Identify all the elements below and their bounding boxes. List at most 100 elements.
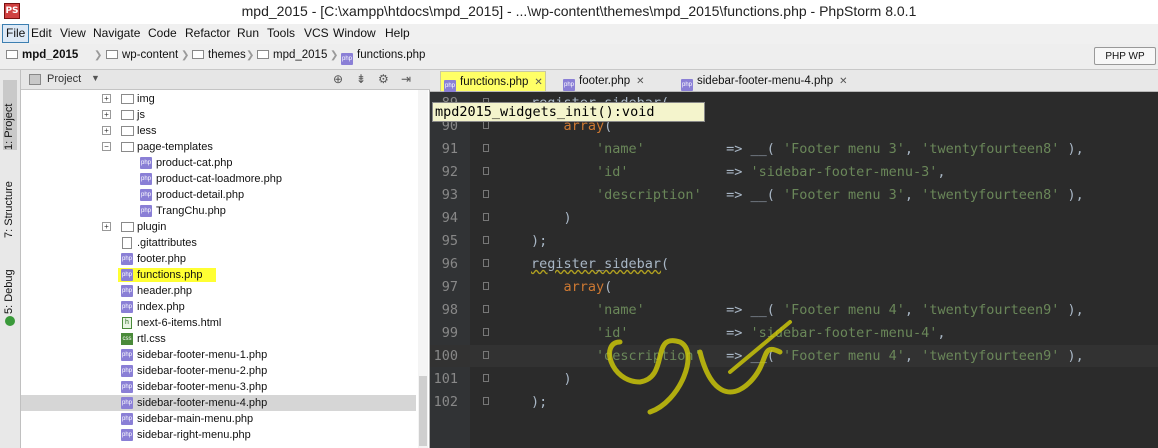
fold-marker-icon[interactable] — [482, 276, 490, 298]
fold-marker-icon[interactable] — [482, 345, 490, 367]
code-text: register_sidebar( — [531, 256, 670, 272]
tree-item-trangchu[interactable]: php TrangChu.php — [21, 203, 416, 219]
expand-icon[interactable]: + — [102, 222, 111, 231]
editor-tab-functions[interactable]: php functions.php ✕ — [440, 71, 546, 92]
tree-item-label: js — [137, 109, 145, 121]
menu-refactor[interactable]: Refactor — [182, 24, 233, 43]
tree-item-sidebar-footer-menu-3[interactable]: php sidebar-footer-menu-3.php — [21, 379, 416, 395]
project-view-label[interactable]: Project — [47, 73, 81, 85]
tab-structure-tool[interactable]: 7: Structure — [3, 166, 17, 238]
line-number: 98 — [441, 302, 458, 318]
scrollbar-thumb[interactable] — [419, 376, 427, 446]
tree-item-label: .gitattributes — [137, 237, 197, 249]
editor-tab-footer[interactable]: php footer.php ✕ — [560, 71, 666, 91]
php-file-icon: php — [121, 381, 133, 393]
tree-item-sidebar-main-menu[interactable]: php sidebar-main-menu.php — [21, 411, 416, 427]
menu-edit[interactable]: Edit — [28, 24, 55, 43]
tree-item-product-cat[interactable]: php product-cat.php — [21, 155, 416, 171]
menu-code[interactable]: Code — [145, 24, 180, 43]
menu-tools[interactable]: Tools — [264, 24, 298, 43]
tree-item-less[interactable]: + less — [21, 123, 416, 139]
tree-item-next-6-items[interactable]: h next-6-items.html — [21, 315, 416, 331]
breadcrumb-mpd-2015-root[interactable]: mpd_2015 — [6, 49, 78, 65]
close-icon[interactable]: ✕ — [636, 76, 644, 87]
fold-marker-icon[interactable] — [482, 322, 490, 344]
menu-file[interactable]: File — [2, 24, 30, 43]
tree-item-label: header.php — [137, 285, 193, 297]
tree-item-rtl-css[interactable]: css rtl.css — [21, 331, 416, 347]
tree-item-sidebar-right-menu[interactable]: php sidebar-right-menu.php — [21, 427, 416, 443]
tree-item-sidebar-footer-menu-1[interactable]: php sidebar-footer-menu-1.php — [21, 347, 416, 363]
tree-item-label: product-cat-loadmore.php — [156, 173, 282, 185]
menu-help[interactable]: Help — [382, 24, 413, 43]
fold-marker-icon[interactable] — [482, 207, 490, 229]
project-scrollbar[interactable] — [418, 90, 428, 448]
tree-item-product-detail[interactable]: php product-detail.php — [21, 187, 416, 203]
fold-marker-icon[interactable] — [482, 230, 490, 252]
tab-project-tool[interactable]: 1: Project — [3, 80, 17, 150]
tree-item-img[interactable]: + img — [21, 91, 416, 107]
close-icon[interactable]: ✕ — [534, 77, 542, 88]
breadcrumb-label: themes — [208, 49, 246, 61]
gear-icon[interactable]: ⚙ — [378, 72, 389, 86]
breadcrumb-wp-content[interactable]: wp-content — [106, 49, 178, 65]
expand-icon[interactable]: + — [102, 110, 111, 119]
locate-target-icon[interactable]: ⊕ — [333, 72, 343, 86]
tree-item-index[interactable]: php index.php — [21, 299, 416, 315]
code-editor[interactable]: 89register_sidebar(90 array(91 'name' =>… — [430, 92, 1158, 448]
menu-view[interactable]: View — [57, 24, 89, 43]
tree-item-sidebar-footer-menu-4[interactable]: php sidebar-footer-menu-4.php — [21, 395, 416, 411]
menu-navigate[interactable]: Navigate — [90, 24, 143, 43]
fold-marker-icon[interactable] — [482, 161, 490, 183]
expand-icon[interactable]: + — [102, 94, 111, 103]
tree-item-functions[interactable]: php functions.php — [21, 267, 416, 283]
tree-item-sidebar-footer-menu-2[interactable]: php sidebar-footer-menu-2.php — [21, 363, 416, 379]
breadcrumb-functions-php[interactable]: php functions.php — [341, 49, 425, 65]
tree-item-js[interactable]: + js — [21, 107, 416, 123]
code-line[interactable]: 95); — [430, 230, 1158, 252]
fold-marker-icon[interactable] — [482, 184, 490, 206]
tree-item-page-templates[interactable]: − page-templates — [21, 139, 416, 155]
fold-marker-icon[interactable] — [482, 138, 490, 160]
fold-marker-icon[interactable] — [482, 368, 490, 390]
code-line[interactable]: 91 'name' => __( 'Footer menu 3', 'twent… — [430, 138, 1158, 160]
fold-marker-icon[interactable] — [482, 253, 490, 275]
tree-item-label: footer.php — [137, 253, 186, 265]
php-file-icon: php — [681, 79, 693, 91]
tree-item-product-cat-loadmore[interactable]: php product-cat-loadmore.php — [21, 171, 416, 187]
tree-item-gitattributes[interactable]: .gitattributes — [21, 235, 416, 251]
code-text: ) — [563, 210, 572, 226]
tree-item-plugin[interactable]: + plugin — [21, 219, 416, 235]
breadcrumb-themes[interactable]: themes — [192, 49, 246, 65]
folder-icon — [121, 94, 134, 104]
line-number: 96 — [441, 256, 458, 272]
menu-vcs[interactable]: VCS — [301, 24, 332, 43]
close-icon[interactable]: ✕ — [839, 76, 847, 87]
php-web-button[interactable]: PHP WP — [1094, 47, 1156, 65]
tab-debug-tool[interactable]: 5: Debug — [3, 262, 17, 314]
line-number: 99 — [441, 325, 458, 341]
code-line[interactable]: 96 register_sidebar( — [430, 253, 1158, 275]
chevron-down-icon[interactable]: ▼ — [91, 73, 100, 83]
collapse-icon[interactable]: − — [102, 142, 111, 151]
collapse-all-icon[interactable]: ⇟ — [356, 72, 366, 86]
php-file-icon: php — [121, 253, 133, 265]
hide-panel-icon[interactable]: ⇥ — [401, 72, 411, 86]
tree-item-label: sidebar-right-menu.php — [137, 429, 251, 441]
code-line[interactable]: 92 'id' => 'sidebar-footer-menu-3', — [430, 161, 1158, 183]
tree-item-footer[interactable]: php footer.php — [21, 251, 416, 267]
tree-item-label: next-6-items.html — [137, 317, 222, 329]
code-line[interactable]: 93 'description' => __( 'Footer menu 3',… — [430, 184, 1158, 206]
function-breadcrumb[interactable]: mpd2015_widgets_init():void — [432, 102, 705, 122]
breadcrumb-mpd-2015[interactable]: mpd_2015 — [257, 49, 327, 65]
code-line[interactable]: 94 ) — [430, 207, 1158, 229]
tree-item-label: sidebar-footer-menu-4.php — [137, 397, 268, 409]
expand-icon[interactable]: + — [102, 126, 111, 135]
tree-item-label: functions.php — [137, 269, 203, 281]
editor-tab-sidebar-footer-menu-4[interactable]: php sidebar-footer-menu-4.php ✕ — [678, 71, 848, 91]
menu-window[interactable]: Window — [330, 24, 379, 43]
menu-run[interactable]: Run — [234, 24, 262, 43]
fold-marker-icon[interactable] — [482, 391, 490, 413]
fold-marker-icon[interactable] — [482, 299, 490, 321]
tree-item-header[interactable]: php header.php — [21, 283, 416, 299]
